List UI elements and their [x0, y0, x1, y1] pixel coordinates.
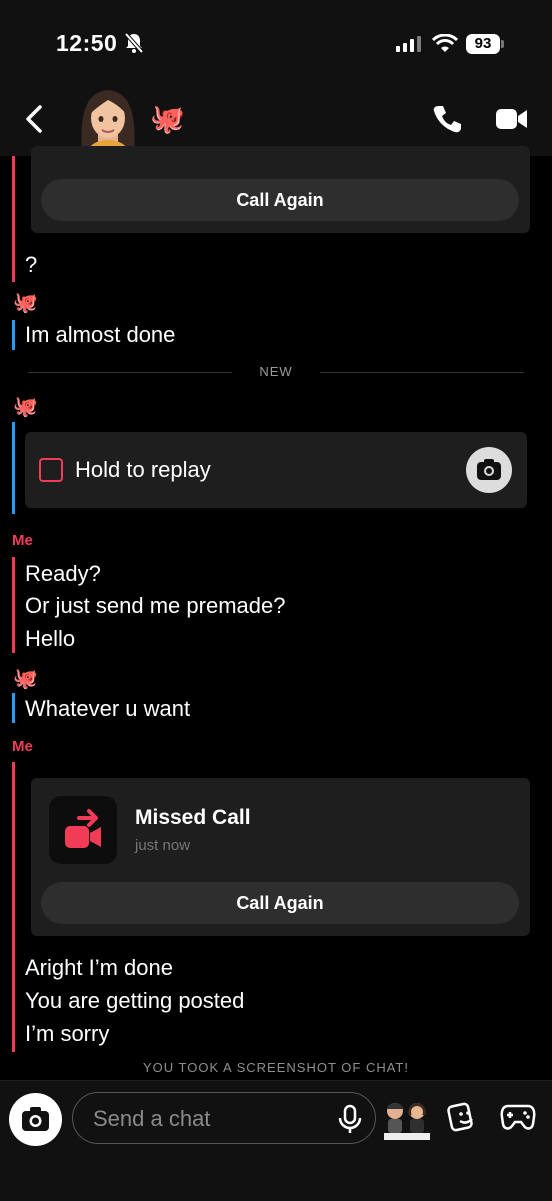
message-text: Or just send me premade?	[25, 593, 286, 618]
octopus-icon: 🐙	[13, 668, 38, 690]
friend-message-bar	[12, 320, 15, 350]
avatar[interactable]	[72, 82, 144, 156]
sender-label: Me	[12, 532, 33, 549]
composer-bar: Send a chat	[0, 1080, 552, 1201]
mic-icon[interactable]	[337, 1104, 363, 1139]
message-text: Hello	[25, 626, 76, 651]
chat-input[interactable]: Send a chat	[72, 1092, 376, 1144]
friend-message-bar	[12, 422, 15, 514]
sticker-icon[interactable]	[446, 1099, 478, 1138]
message-text: ?	[25, 252, 38, 277]
status-time: 12:50	[56, 30, 118, 56]
battery-indicator: 93	[466, 34, 500, 54]
message-text: Whatever u want	[25, 696, 191, 721]
octopus-icon: 🐙	[150, 103, 185, 134]
divider	[320, 372, 524, 373]
message-text: Ready?	[25, 561, 101, 586]
me-message-bar	[12, 762, 15, 1052]
divider	[28, 372, 232, 373]
message-text: I’m sorry	[25, 1021, 110, 1046]
back-icon[interactable]	[22, 104, 46, 139]
missed-call-title: Missed Call	[135, 806, 251, 829]
message-text: Aright I’m done	[25, 955, 173, 980]
signal-icon	[396, 36, 422, 57]
missed-video-call-icon	[49, 796, 117, 864]
status-bar: 12:50 93	[0, 0, 552, 90]
phone-icon[interactable]	[432, 104, 462, 139]
message-text: You are getting posted	[25, 988, 245, 1013]
game-icon[interactable]	[500, 1103, 536, 1136]
wifi-icon	[431, 33, 459, 59]
me-message-bar	[12, 156, 15, 282]
screenshot-notice: YOU TOOK A SCREENSHOT OF CHAT!	[143, 1060, 409, 1075]
call-again-button[interactable]: Call Again	[41, 179, 519, 221]
camera-icon[interactable]	[9, 1093, 62, 1146]
video-call-icon[interactable]	[496, 106, 528, 137]
missed-call-card: Missed Call just now Call Again	[31, 778, 530, 936]
missed-call-time: just now	[135, 837, 191, 854]
message-text: Im almost done	[25, 322, 176, 347]
snap-label: Hold to replay	[75, 457, 211, 482]
sender-label: Me	[12, 738, 33, 755]
call-again-button[interactable]: Call Again	[41, 882, 519, 924]
snap-indicator-icon	[39, 458, 63, 482]
octopus-icon: 🐙	[13, 292, 38, 314]
chat-input-placeholder: Send a chat	[93, 1106, 211, 1131]
camera-icon[interactable]	[466, 447, 512, 493]
bitmoji-icon[interactable]	[382, 1099, 432, 1141]
bell-slash-icon	[124, 32, 144, 59]
snap-card[interactable]: Hold to replay	[25, 432, 527, 508]
new-divider-label: NEW	[259, 364, 293, 379]
me-message-bar	[12, 557, 15, 653]
battery-tip	[501, 40, 504, 48]
friend-message-bar	[12, 693, 15, 723]
call-card-partial: Call Again	[31, 146, 530, 233]
octopus-icon: 🐙	[13, 396, 38, 418]
